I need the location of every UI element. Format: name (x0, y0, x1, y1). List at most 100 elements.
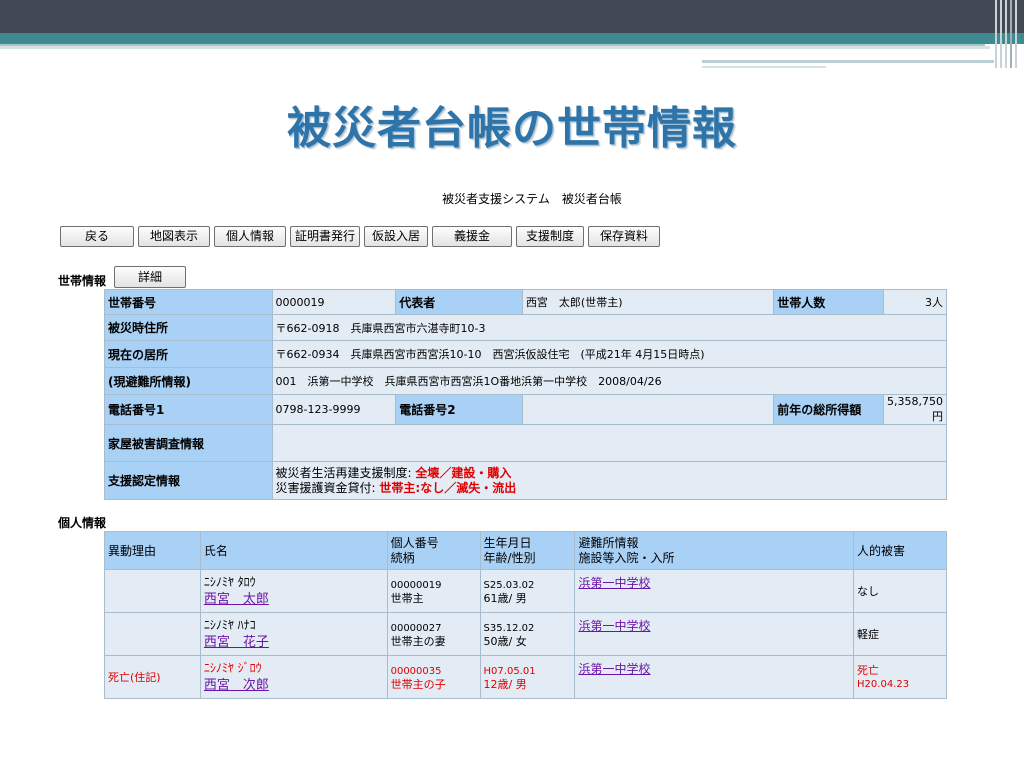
slide-vertical-lines (993, 0, 1024, 68)
household-section-label: 世帯情報 (58, 274, 107, 288)
table-row: ﾆｼﾉﾐﾔ ﾀﾛｳ 西宮 太郎 00000019 世帯主 S25.03.02 61歳… (104, 569, 947, 613)
person-shelter-link[interactable]: 浜第一中学校 (578, 619, 650, 633)
support-line1-value: 全壊／建設・購入 (415, 465, 512, 480)
col-id-line2: 続柄 (390, 550, 415, 565)
income-value: 5,358,750円 (882, 394, 948, 425)
person-dob: S35.12.02 (483, 622, 535, 634)
support-line2-value: 世帯主:なし／滅失・流出 (379, 480, 517, 495)
col-dob: 生年月日 年齢/性別 (479, 531, 576, 570)
system-title: 被災者支援システム 被災者台帳 (442, 192, 622, 206)
col-damage: 人的被害 (853, 531, 947, 570)
support-system-button[interactable]: 支援制度 (516, 226, 585, 247)
person-name-link[interactable]: 西宮 花子 (204, 635, 269, 650)
persons-table: 異動理由 氏名 個人番号 続柄 生年月日 年齢/性別 避難所情報 施設等入院・入所 人… (104, 531, 947, 699)
col-shelter-line1: 避難所情報 (578, 535, 639, 550)
person-shelter-link[interactable]: 浜第一中学校 (578, 576, 650, 590)
person-reason (104, 612, 201, 656)
shelter-info-value: 001 浜第一中学校 兵庫県西宮市西宮浜1O番地浜第一中学校 2008/04/2… (271, 367, 948, 395)
current-residence-value: 〒662-0934 兵庫県西宮市西宮浜10-10 西宮浜仮設住宅 (平成21年 … (271, 340, 948, 368)
person-damage: 死亡 (857, 663, 880, 677)
person-dob-cell: S35.12.02 50歳/ 女 (479, 612, 576, 656)
certificate-button[interactable]: 証明書発行 (290, 226, 361, 247)
person-name-cell: ﾆｼﾉﾐﾔ ﾀﾛｳ 西宮 太郎 (199, 569, 388, 613)
person-shelter-cell: 浜第一中学校 (574, 569, 855, 613)
person-id: 00000019 (390, 579, 442, 591)
person-dob-cell: H07.05.01 12歳/ 男 (479, 655, 576, 699)
slide-accent-line-2 (702, 66, 826, 68)
col-name: 氏名 (199, 531, 388, 570)
person-age: 61歳/ 男 (483, 591, 527, 605)
shelter-info-label: (現避難所情報) (104, 367, 273, 395)
col-id-line1: 個人番号 (390, 535, 439, 550)
nav-toolbar: 戻る 地図表示 個人情報 証明書発行 仮設入居 義援金 支援制度 保存資料 (60, 226, 661, 247)
person-name-cell: ﾆｼﾉﾐﾔ ｼﾞﾛｳ 西宮 次郎 (199, 655, 388, 699)
house-damage-label: 家屋被害調査情報 (104, 424, 273, 462)
person-reason (104, 569, 201, 613)
person-kana: ﾆｼﾉﾐﾔ ﾀﾛｳ (203, 575, 256, 589)
household-table: 世帯番号 0000019 代表者 西宮 太郎(世帯主) 世帯人数 3人 被災時住… (104, 289, 948, 500)
income-label: 前年の総所得額 (773, 394, 884, 425)
slide-top-bar (0, 0, 1024, 33)
person-shelter-cell: 浜第一中学校 (574, 612, 855, 656)
persons-section-label: 個人情報 (58, 516, 107, 530)
current-residence-label: 現在の居所 (104, 340, 273, 368)
person-id-cell: 00000019 世帯主 (386, 569, 481, 613)
members-label: 世帯人数 (773, 289, 884, 315)
person-id: 00000027 (390, 622, 442, 634)
col-dob-line2: 年齢/性別 (483, 550, 536, 565)
person-dob: H07.05.01 (483, 665, 536, 677)
col-dob-line1: 生年月日 (483, 535, 532, 550)
house-damage-value (271, 424, 948, 462)
members-value: 3人 (882, 289, 948, 315)
disaster-address-value: 〒662-0918 兵庫県西宮市六湛寺町10-3 (271, 314, 948, 341)
person-relation: 世帯主 (390, 591, 424, 605)
support-line1-prefix: 被災者生活再建支援制度: (275, 465, 412, 480)
slide-teal-band (0, 33, 1024, 44)
person-age: 50歳/ 女 (483, 634, 527, 648)
person-damage: なし (853, 569, 947, 613)
person-dob: S25.03.02 (483, 579, 535, 591)
donation-button[interactable]: 義援金 (432, 226, 513, 247)
person-reason: 死亡(住記) (104, 655, 201, 699)
household-no-value: 0000019 (271, 289, 397, 315)
tel1-label: 電話番号1 (104, 394, 273, 425)
person-damage-cell: 死亡 H20.04.23 (853, 655, 947, 699)
person-shelter-cell: 浜第一中学校 (574, 655, 855, 699)
col-id: 個人番号 続柄 (386, 531, 481, 570)
person-kana: ﾆｼﾉﾐﾔ ﾊﾅｺ (203, 618, 256, 632)
household-no-label: 世帯番号 (104, 289, 273, 315)
person-id-cell: 00000027 世帯主の妻 (386, 612, 481, 656)
support-cert-label: 支援認定情報 (104, 461, 273, 500)
tel2-value (521, 394, 775, 425)
person-damage: 軽症 (853, 612, 947, 656)
person-name-link[interactable]: 西宮 次郎 (204, 678, 269, 693)
table-row: ﾆｼﾉﾐﾔ ﾊﾅｺ 西宮 花子 00000027 世帯主の妻 S35.12.02 5… (104, 612, 947, 656)
person-name-cell: ﾆｼﾉﾐﾔ ﾊﾅｺ 西宮 花子 (199, 612, 388, 656)
saved-documents-button[interactable]: 保存資料 (588, 226, 661, 247)
support-line2-prefix: 災害援護資金貸付: (275, 480, 376, 495)
person-relation: 世帯主の子 (390, 677, 446, 691)
tel1-value: 0798-123-9999 (271, 394, 397, 425)
disaster-address-label: 被災時住所 (104, 314, 273, 341)
slide-accent-line (702, 60, 994, 63)
tel2-label: 電話番号2 (395, 394, 523, 425)
personal-info-button[interactable]: 個人情報 (214, 226, 286, 247)
detail-button[interactable]: 詳細 (114, 266, 186, 288)
person-dob-cell: S25.03.02 61歳/ 男 (479, 569, 576, 613)
person-name-link[interactable]: 西宮 太郎 (204, 592, 269, 607)
temporary-housing-button[interactable]: 仮設入居 (364, 226, 429, 247)
person-id-cell: 00000035 世帯主の子 (386, 655, 481, 699)
col-reason: 異動理由 (104, 531, 201, 570)
back-button[interactable]: 戻る (60, 226, 134, 247)
slide-divider-2 (0, 46, 990, 49)
col-shelter: 避難所情報 施設等入院・入所 (574, 531, 855, 570)
table-row: 死亡(住記) ﾆｼﾉﾐﾔ ｼﾞﾛｳ 西宮 次郎 00000035 世帯主の子 H0… (104, 655, 947, 699)
support-cert-value: 被災者生活再建支援制度: 全壊／建設・購入 災害援護資金貸付: 世帯主:なし／滅… (271, 461, 948, 500)
person-relation: 世帯主の妻 (390, 634, 446, 648)
representative-value: 西宮 太郎(世帯主) (521, 289, 775, 315)
person-shelter-link[interactable]: 浜第一中学校 (578, 662, 650, 676)
person-age: 12歳/ 男 (483, 677, 527, 691)
map-button[interactable]: 地図表示 (138, 226, 210, 247)
slide-title: 被災者台帳の世帯情報 (287, 103, 737, 154)
representative-label: 代表者 (395, 289, 523, 315)
